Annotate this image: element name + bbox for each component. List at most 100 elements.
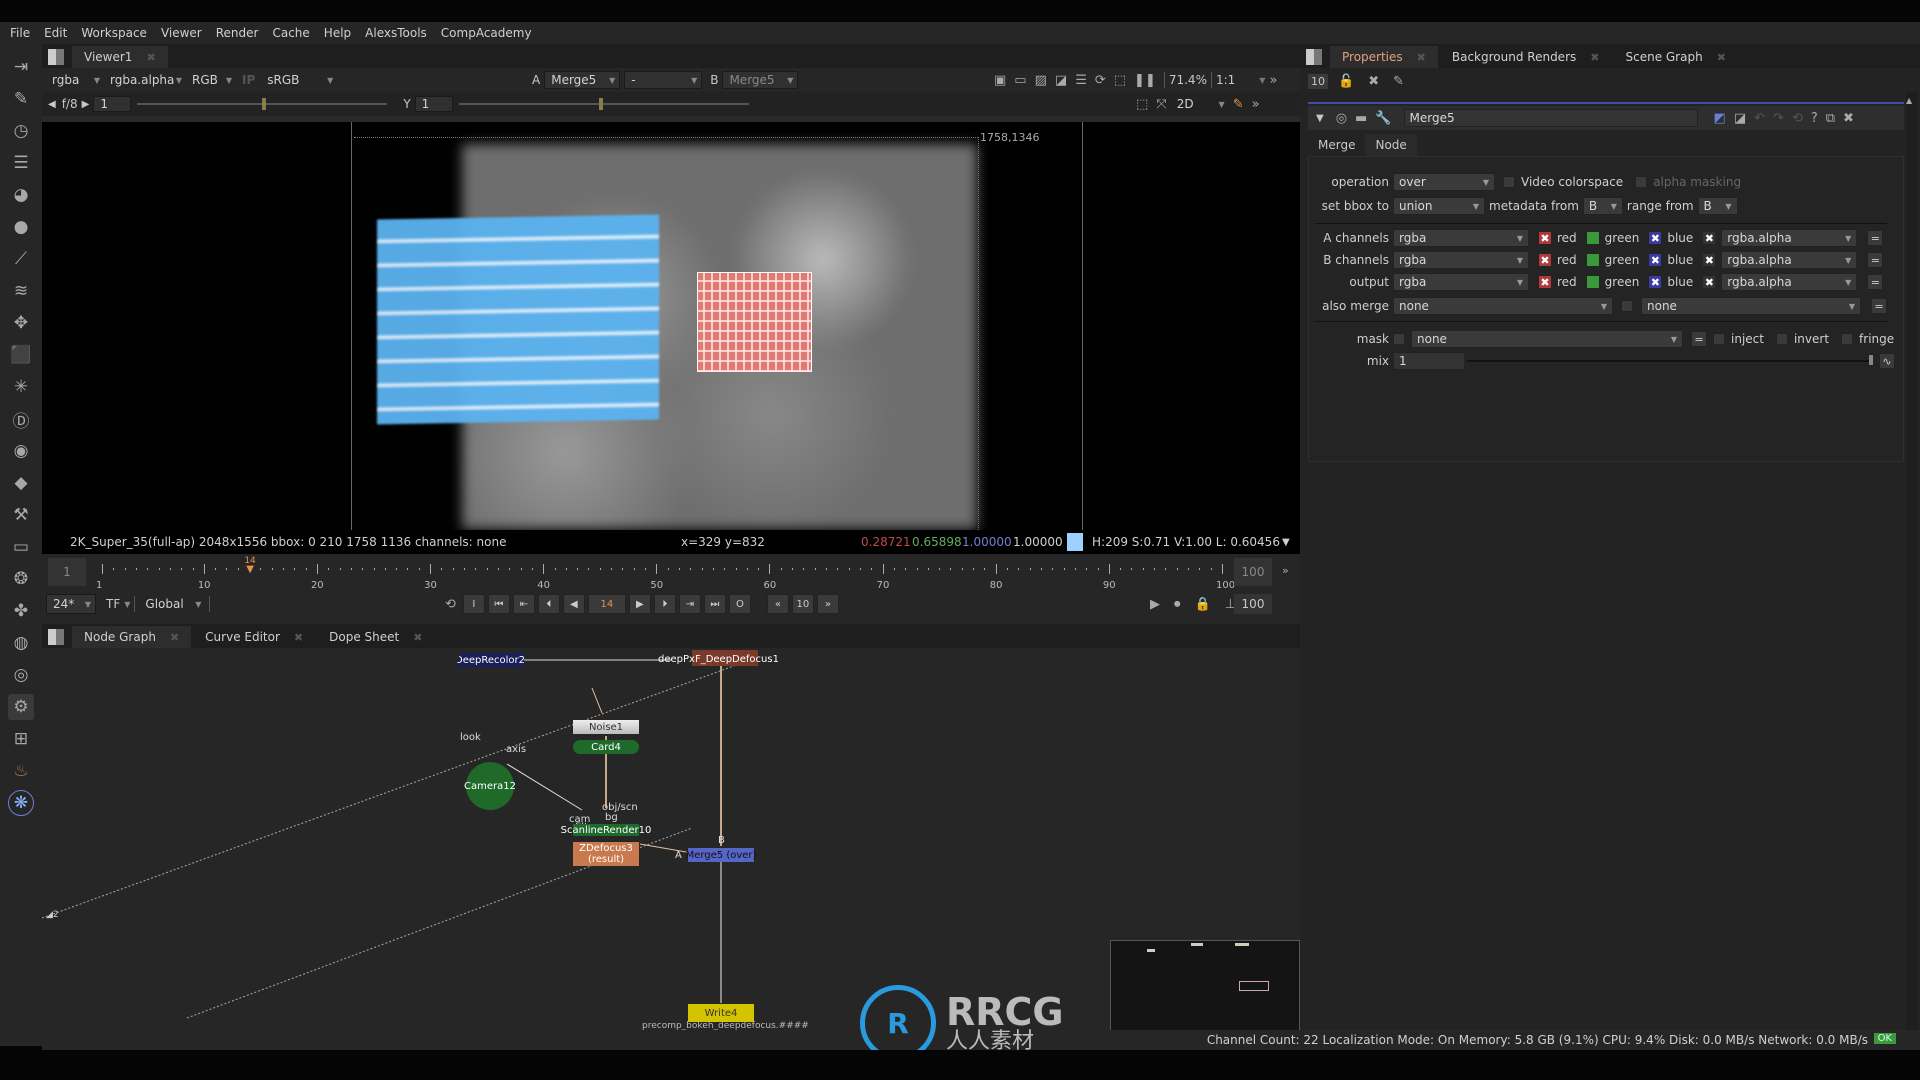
- help-icon[interactable]: ?: [1811, 111, 1818, 126]
- first-frame-button[interactable]: ⏮: [487, 594, 510, 614]
- pane-menu-icon[interactable]: [1306, 49, 1322, 65]
- a-input-dropdown[interactable]: Merge5 ▼: [544, 71, 621, 89]
- info-dropdown-icon[interactable]: ▼: [1282, 537, 1290, 548]
- 3d-tool-icon[interactable]: ⬛: [8, 342, 34, 368]
- view-mode-dropdown[interactable]: 2D ▼: [1171, 95, 1229, 113]
- green-channel-checkbox[interactable]: [1586, 276, 1599, 288]
- node-zdefocus3[interactable]: ZDefocus3 (result): [573, 842, 639, 866]
- menu-render[interactable]: Render: [216, 26, 259, 40]
- pause-icon[interactable]: ❚❚: [1134, 73, 1156, 88]
- pxf-tool-icon[interactable]: ⚙: [8, 694, 34, 720]
- menu-cache[interactable]: Cache: [272, 26, 309, 40]
- step-back-button[interactable]: «: [766, 594, 789, 614]
- also-merge-dropdown[interactable]: none ▼: [1393, 297, 1613, 315]
- axis-icon[interactable]: ⤧: [1156, 97, 1166, 112]
- tab-properties[interactable]: Properties ✖: [1330, 46, 1438, 68]
- gizmo-tool-icon[interactable]: ◍: [8, 630, 34, 656]
- video-colorspace-checkbox[interactable]: [1503, 176, 1515, 188]
- alpha-channel-checkbox[interactable]: ✖: [1703, 232, 1716, 245]
- out-point-button[interactable]: O: [728, 594, 751, 614]
- out-frame-input[interactable]: 100: [1234, 594, 1272, 614]
- scroll-up-icon[interactable]: ▲: [1906, 96, 1912, 105]
- play-backward-button[interactable]: ◀: [562, 594, 585, 614]
- close-icon[interactable]: ✖: [170, 631, 179, 644]
- fringe-checkbox[interactable]: [1841, 333, 1854, 345]
- step-forward-button[interactable]: »: [816, 594, 839, 614]
- overlay-icon[interactable]: ◪: [1055, 73, 1067, 88]
- close-panel-icon[interactable]: ✖: [1843, 111, 1854, 126]
- custom-tool-icon[interactable]: ❋: [8, 790, 34, 816]
- channel-link-button[interactable]: =: [1867, 252, 1884, 268]
- alpha-channel-checkbox[interactable]: ✖: [1703, 276, 1716, 289]
- menu-workspace[interactable]: Workspace: [81, 26, 147, 40]
- clear-panels-icon[interactable]: ✖: [1368, 74, 1379, 89]
- node-noise1[interactable]: Noise1: [573, 720, 639, 734]
- step-increment[interactable]: 10: [791, 594, 814, 614]
- safe-area-icon[interactable]: ▭: [1014, 73, 1026, 88]
- refresh-icon[interactable]: ⟳: [1095, 73, 1106, 88]
- playhead[interactable]: 14 ▼: [243, 556, 257, 575]
- tab-background-renders[interactable]: Background Renders ✖: [1440, 46, 1612, 68]
- tile-color-icon[interactable]: ◩: [1714, 111, 1726, 126]
- in-point-button[interactable]: I: [462, 594, 485, 614]
- alpha-channel-dropdown[interactable]: rgba.alpha ▼: [1721, 251, 1858, 269]
- start-frame-input[interactable]: 1: [48, 558, 86, 586]
- tab-curve-editor[interactable]: Curve Editor ✖: [193, 626, 315, 648]
- b-input-dropdown[interactable]: Merge5 ▼: [722, 71, 799, 89]
- alpha-channel-dropdown[interactable]: rgba.alpha ▼: [104, 71, 186, 89]
- expand-toolbar-icon[interactable]: »: [1252, 97, 1260, 112]
- mix-input[interactable]: 1: [1393, 352, 1465, 370]
- flipbook-icon[interactable]: ▶: [1150, 597, 1160, 612]
- utility-tool-icon[interactable]: ⊞: [8, 726, 34, 752]
- fstop-up-icon[interactable]: ▶: [82, 99, 90, 110]
- node-card4[interactable]: Card4: [573, 740, 639, 754]
- play-forward-button[interactable]: ▶: [628, 594, 651, 614]
- max-panels-input[interactable]: 10: [1308, 74, 1328, 89]
- blue-channel-checkbox[interactable]: ✖: [1649, 276, 1662, 289]
- expand-icon[interactable]: »: [1282, 564, 1289, 577]
- channels-dropdown[interactable]: rgba ▼: [46, 71, 104, 89]
- node-write4[interactable]: Write4: [688, 1004, 754, 1022]
- invert-checkbox[interactable]: [1775, 333, 1788, 345]
- node-name-input[interactable]: Merge5: [1403, 109, 1698, 127]
- alpha-channel-dropdown[interactable]: rgba.alpha ▼: [1721, 273, 1858, 291]
- close-icon[interactable]: ✖: [294, 631, 303, 644]
- fire-tool-icon[interactable]: ♨: [8, 758, 34, 784]
- viewer-icon[interactable]: ▬: [1355, 111, 1367, 126]
- channel-set-dropdown[interactable]: rgba ▼: [1393, 251, 1529, 269]
- color-tool-icon[interactable]: ◕: [8, 182, 34, 208]
- tab-dope-sheet[interactable]: Dope Sheet ✖: [317, 626, 434, 648]
- merge-tool-icon[interactable]: ≋: [8, 278, 34, 304]
- node-merge5[interactable]: Merge5 (over): [686, 848, 756, 862]
- alpha-masking-checkbox[interactable]: [1635, 176, 1648, 188]
- node-graph-canvas[interactable]: DeepRecolor2 deepPxF_DeepDefocus1 Noise1…: [42, 648, 1300, 1046]
- bbox-dropdown[interactable]: union ▼: [1393, 197, 1485, 215]
- loop-mode-icon[interactable]: ⟲: [445, 597, 456, 612]
- close-icon[interactable]: ✖: [1717, 51, 1726, 64]
- node-camera12[interactable]: Camera12: [464, 762, 516, 810]
- time-tool-icon[interactable]: ◷: [8, 118, 34, 144]
- zoom-value[interactable]: 71.4%: [1169, 73, 1207, 87]
- wipe-mode-dropdown[interactable]: - ▼: [624, 71, 703, 89]
- region-select-icon[interactable]: ⬚: [1136, 97, 1148, 112]
- wrench-icon[interactable]: 🔧: [1375, 111, 1391, 126]
- green-channel-checkbox[interactable]: [1586, 254, 1599, 266]
- alpha-channel-dropdown[interactable]: rgba.alpha ▼: [1721, 229, 1858, 247]
- next-keyframe-button[interactable]: ⇥: [678, 594, 701, 614]
- mask-dropdown[interactable]: none ▼: [1411, 330, 1683, 348]
- next-frame-button[interactable]: ⏵: [653, 594, 676, 614]
- colorspace-dropdown[interactable]: sRGB ▼: [261, 71, 337, 89]
- current-frame-input[interactable]: 14: [587, 594, 626, 614]
- subtab-merge[interactable]: Merge: [1308, 134, 1365, 156]
- ofx-tool-icon[interactable]: ✤: [8, 598, 34, 624]
- undo-icon[interactable]: ↶: [1754, 111, 1765, 126]
- close-icon[interactable]: ✖: [1590, 51, 1599, 64]
- display-channels-dropdown[interactable]: RGB ▼: [186, 71, 236, 89]
- image-tool-icon[interactable]: ⇥: [8, 54, 34, 80]
- clip-icon[interactable]: ⬚: [1114, 73, 1126, 88]
- particles-tool-icon[interactable]: ✳: [8, 374, 34, 400]
- prev-frame-button[interactable]: ⏴: [537, 594, 560, 614]
- pane-menu-icon[interactable]: [48, 49, 64, 65]
- redo-icon[interactable]: ↷: [1773, 111, 1784, 126]
- plugin-tool-icon[interactable]: ◎: [8, 662, 34, 688]
